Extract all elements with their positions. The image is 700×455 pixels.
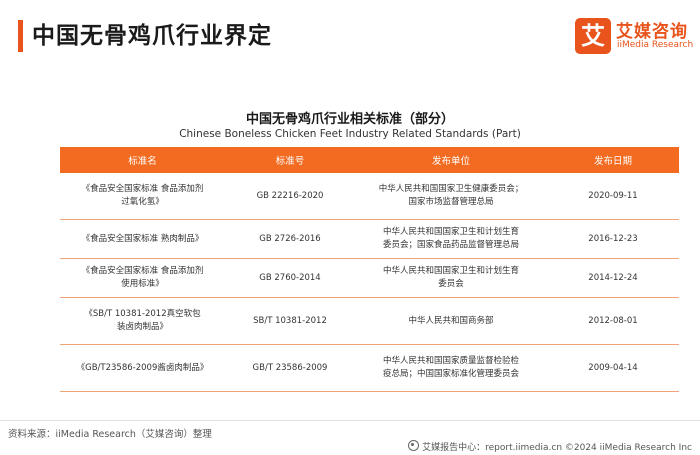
logo-mark-icon: 艾 bbox=[575, 18, 611, 54]
cell-number: SB/T 10381-2012 bbox=[225, 297, 355, 345]
col-header-number: 标准号 bbox=[225, 147, 355, 173]
col-header-publisher: 发布单位 bbox=[355, 147, 547, 173]
table-row: 《SB/T 10381-2012真空软包 装卤肉制品》 SB/T 10381-20… bbox=[60, 297, 679, 345]
cell-publisher: 中华人民共和国国家卫生和计划生育 委员会；国家食品药品监督管理总局 bbox=[355, 219, 547, 259]
table-title-cn: 中国无骨鸡爪行业相关标准（部分） bbox=[245, 112, 454, 127]
cell-date: 2016-12-23 bbox=[547, 219, 679, 259]
table-row: 《食品安全国家标准 食品添加剂 过氧化氢》 GB 22216-2020 中华人民共… bbox=[60, 173, 679, 220]
cell-number: GB 22216-2020 bbox=[225, 173, 355, 220]
cell-number: GB 2726-2016 bbox=[225, 219, 355, 259]
report-center-icon bbox=[408, 440, 420, 451]
cell-publisher: 中华人民共和国商务部 bbox=[355, 297, 547, 345]
cell-date: 2012-08-01 bbox=[547, 297, 679, 345]
footer-copyright: 艾媒报告中心：report.iimedia.cn ©2024 iiMedia R… bbox=[408, 440, 692, 453]
cell-publisher: 中华人民共和国国家卫生健康委员会； 国家市场监督管理总局 bbox=[355, 173, 547, 220]
standards-table: 标准名 标准号 发布单位 发布日期 《食品安全国家标准 食品添加剂 过氧化氢》 G… bbox=[60, 147, 679, 392]
col-header-date: 发布日期 bbox=[547, 147, 679, 173]
cell-name: 《食品安全国家标准 熟肉制品》 bbox=[60, 219, 225, 259]
cell-number: GB 2760-2014 bbox=[225, 258, 355, 298]
table-row: 《GB/T23586-2009酱卤肉制品》 GB/T 23586-2009 中华… bbox=[60, 344, 679, 392]
col-header-name: 标准名 bbox=[60, 147, 225, 173]
title-accent-bar bbox=[18, 20, 23, 52]
cell-number: GB/T 23586-2009 bbox=[225, 344, 355, 392]
table-header-row: 标准名 标准号 发布单位 发布日期 bbox=[60, 147, 679, 173]
cell-name: 《GB/T23586-2009酱卤肉制品》 bbox=[60, 344, 225, 392]
cell-date: 2014-12-24 bbox=[547, 258, 679, 298]
cell-publisher: 中华人民共和国国家质量监督检验检 疫总局；中国国家标准化管理委员会 bbox=[355, 344, 547, 392]
cell-name: 《SB/T 10381-2012真空软包 装卤肉制品》 bbox=[60, 297, 225, 345]
cell-date: 2020-09-11 bbox=[547, 173, 679, 220]
cell-date: 2009-04-14 bbox=[547, 344, 679, 392]
cell-name: 《食品安全国家标准 食品添加剂 过氧化氢》 bbox=[60, 173, 225, 220]
brand-logo: 艾 艾媒咨询 iiMedia Research bbox=[575, 14, 695, 58]
page-title: 中国无骨鸡爪行业界定 bbox=[32, 23, 272, 49]
cell-name: 《食品安全国家标准 食品添加剂 使用标准》 bbox=[60, 258, 225, 298]
footer-divider bbox=[0, 420, 700, 421]
cell-publisher: 中华人民共和国国家卫生和计划生育 委员会 bbox=[355, 258, 547, 298]
table-title-en: Chinese Boneless Chicken Feet Industry R… bbox=[179, 128, 521, 140]
table-row: 《食品安全国家标准 熟肉制品》 GB 2726-2016 中华人民共和国国家卫生… bbox=[60, 219, 679, 259]
logo-text-en: iiMedia Research bbox=[617, 40, 694, 50]
source-note: 资料来源：iiMedia Research（艾媒咨询）整理 bbox=[8, 429, 212, 440]
logo-text-cn: 艾媒咨询 bbox=[616, 22, 688, 42]
table-row: 《食品安全国家标准 食品添加剂 使用标准》 GB 2760-2014 中华人民共和… bbox=[60, 258, 679, 298]
footer-text: 艾媒报告中心：report.iimedia.cn ©2024 iiMedia R… bbox=[422, 443, 692, 453]
